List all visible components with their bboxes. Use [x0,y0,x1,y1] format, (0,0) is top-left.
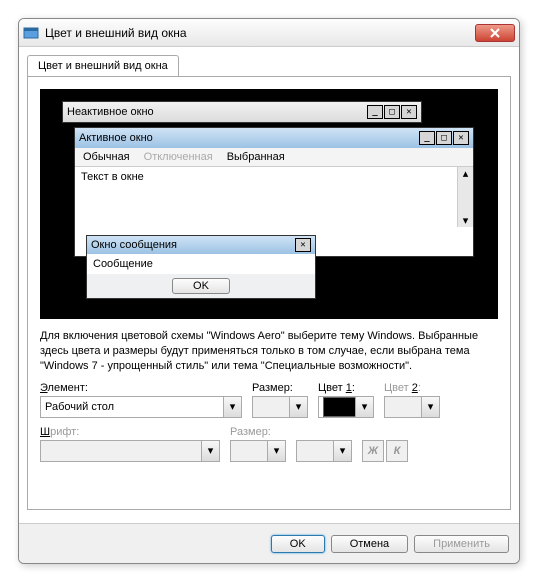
menu-normal: Обычная [83,151,130,163]
tab-content: Неактивное окно _ □ ✕ Активное окно _ □ … [27,76,511,510]
minimize-icon: _ [367,105,383,119]
ok-button[interactable]: OK [271,535,325,553]
color1-label: Цвет 1: [318,382,374,394]
titlebar[interactable]: Цвет и внешний вид окна [19,19,519,47]
description-text: Для включения цветовой схемы "Windows Ae… [40,329,498,374]
chevron-down-icon: ▾ [333,441,351,461]
element-combo[interactable]: Рабочий стол ▾ [40,396,242,418]
window-title: Цвет и внешний вид окна [45,26,475,40]
preview-message-box: Окно сообщения ✕ Сообщение OK [86,235,316,299]
color2-label: Цвет 2: [384,382,440,394]
msg-title: Окно сообщения [91,239,295,251]
close-icon: ✕ [401,105,417,119]
app-icon [23,25,39,41]
maximize-icon: □ [436,131,452,145]
element-label: Элемент: [40,382,242,394]
color1-combo[interactable]: ▾ [318,396,374,418]
preview-area: Неактивное окно _ □ ✕ Активное окно _ □ … [40,89,498,319]
chevron-down-icon: ▾ [289,397,307,417]
fontsize-combo: ▾ [230,440,286,462]
element-value: Рабочий стол [45,401,114,413]
close-icon: ✕ [295,238,311,252]
dialog-footer: OK Отмена Применить [19,523,519,563]
maximize-icon: □ [384,105,400,119]
tab-appearance[interactable]: Цвет и внешний вид окна [27,55,179,76]
preview-textbox: Текст в окне ▴▾ [75,167,473,227]
close-button[interactable] [475,24,515,42]
color2-combo: ▾ [384,396,440,418]
size-combo: ▾ [252,396,308,418]
preview-inactive-window: Неактивное окно _ □ ✕ [62,101,422,123]
textbox-text: Текст в окне [81,171,144,183]
chevron-down-icon: ▾ [201,441,219,461]
font-combo: ▾ [40,440,220,462]
chevron-down-icon: ▾ [421,397,439,417]
scrollbar: ▴▾ [457,167,473,227]
bold-button: Ж [362,440,384,462]
chevron-down-icon[interactable]: ▾ [223,397,241,417]
fontsize-label: Размер: [230,426,286,438]
minimize-icon: _ [419,131,435,145]
appearance-dialog: Цвет и внешний вид окна Цвет и внешний в… [18,18,520,564]
font-label: Шрифт: [40,426,220,438]
close-icon: ✕ [453,131,469,145]
fontcolor-combo: ▾ [296,440,352,462]
size-label: Размер: [252,382,308,394]
active-title: Активное окно [79,132,419,144]
msg-ok-button: OK [172,278,230,294]
italic-button: К [386,440,408,462]
cancel-button[interactable]: Отмена [331,535,408,553]
chevron-down-icon: ▾ [267,441,285,461]
tab-strip: Цвет и внешний вид окна [27,55,511,76]
apply-button[interactable]: Применить [414,535,509,553]
inactive-title: Неактивное окно [67,106,367,118]
preview-menu: Обычная Отключенная Выбранная [75,148,473,167]
msg-text: Сообщение [87,254,315,274]
chevron-down-icon[interactable]: ▾ [355,397,373,417]
menu-selected: Выбранная [227,151,285,163]
menu-disabled: Отключенная [144,151,213,163]
